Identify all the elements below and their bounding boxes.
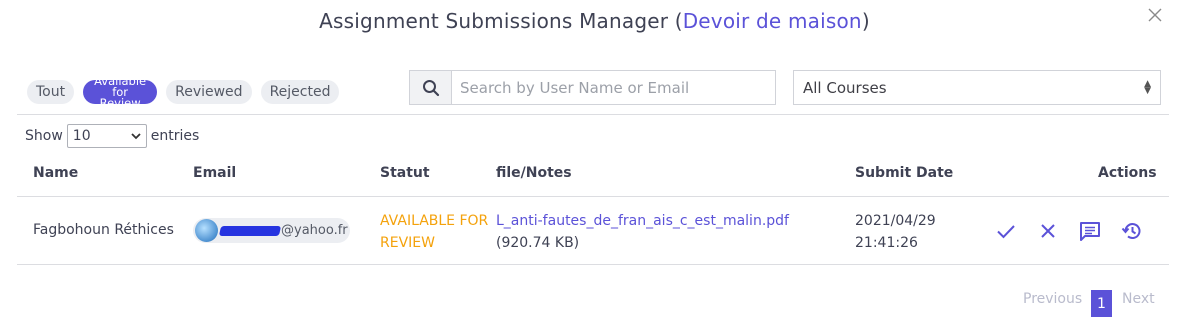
header-name[interactable]: Name: [33, 165, 78, 181]
tab-reviewed[interactable]: Reviewed: [166, 80, 252, 104]
comment-button[interactable]: [1079, 220, 1101, 242]
entries-select[interactable]: 10: [66, 124, 147, 148]
search-box: [409, 70, 776, 105]
avatar: [195, 219, 218, 242]
search-icon: [422, 79, 439, 96]
status-tabs: Tout Available for Review Reviewed Rejec…: [27, 75, 340, 108]
entries-length-control: Show 10 entries: [25, 124, 199, 148]
tab-tout[interactable]: Tout: [27, 80, 75, 104]
file-notes: L_anti-fautes_de_fran_ais_c_est_malin.pd…: [496, 210, 789, 254]
header-file-notes[interactable]: file/Notes: [496, 165, 572, 181]
submit-date-time: 21:41:26: [855, 235, 918, 251]
modal-title: Assignment Submissions Manager (Devoir d…: [0, 9, 1189, 33]
close-button[interactable]: [1145, 7, 1165, 27]
course-filter-value: All Courses: [803, 78, 887, 97]
course-filter-select[interactable]: All Courses ▲ ▼: [793, 70, 1161, 105]
pagination-previous[interactable]: Previous: [1023, 291, 1082, 307]
header-actions: Actions: [1098, 165, 1157, 181]
title-course-name: Devoir de maison: [682, 9, 862, 33]
header-status[interactable]: Statut: [380, 165, 430, 181]
pagination-next[interactable]: Next: [1122, 291, 1155, 307]
search-input[interactable]: [452, 71, 775, 104]
entries-label: entries: [150, 128, 200, 144]
comment-icon: [1080, 222, 1100, 241]
tab-rejected[interactable]: Rejected: [260, 80, 340, 104]
file-size: (920.74 KB): [496, 235, 580, 251]
tab-available-for-review[interactable]: Available for Review: [83, 75, 158, 108]
submit-date: 2021/04/29 21:41:26: [855, 210, 936, 254]
status-line-1: AVAILABLE FOR: [380, 213, 489, 229]
divider: [17, 114, 1169, 115]
show-label: Show: [25, 128, 63, 144]
history-icon: [1121, 223, 1141, 240]
x-icon: [1041, 224, 1055, 238]
header-submit-date[interactable]: Submit Date: [855, 165, 953, 181]
status-badge: AVAILABLE FOR REVIEW: [380, 210, 488, 254]
pagination-page-1[interactable]: 1: [1091, 290, 1112, 317]
email-chip: @yahoo.fr: [193, 218, 350, 243]
chevron-down-icon: [131, 132, 141, 139]
header-divider: [17, 196, 1169, 197]
header-email[interactable]: Email: [193, 165, 236, 181]
status-line-2: REVIEW: [380, 235, 435, 251]
redacted-email: [218, 225, 282, 236]
history-button[interactable]: [1121, 220, 1143, 242]
check-icon: [997, 225, 1015, 239]
close-icon: [1148, 8, 1162, 22]
submit-date-day: 2021/04/29: [855, 213, 936, 229]
title-suffix: ): [861, 9, 870, 33]
search-button[interactable]: [410, 71, 452, 104]
reject-button[interactable]: [1037, 220, 1059, 242]
entries-value: 10: [72, 128, 91, 144]
approve-button[interactable]: [995, 220, 1017, 242]
select-arrows-icon: ▲ ▼: [1144, 78, 1151, 96]
email-domain: @yahoo.fr: [281, 223, 348, 238]
row-name: Fagbohoun Réthices: [33, 222, 174, 238]
row-divider: [17, 264, 1169, 265]
title-prefix: Assignment Submissions Manager (: [319, 9, 683, 33]
file-link[interactable]: L_anti-fautes_de_fran_ais_c_est_malin.pd…: [496, 210, 789, 232]
